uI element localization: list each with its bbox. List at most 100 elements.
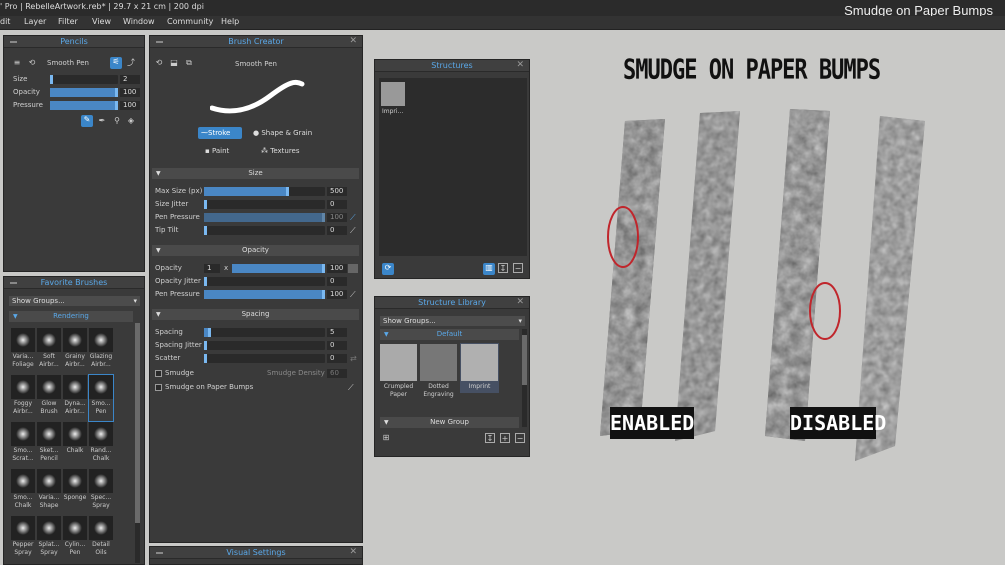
favorites-header[interactable]: Favorite Brushes [4, 277, 144, 289]
menu-filter[interactable]: Filter [58, 17, 78, 26]
close-icon[interactable]: ✕ [516, 60, 524, 70]
brush-tile[interactable]: Smo... Pen [88, 374, 114, 422]
smudge-bumps-checkbox[interactable] [155, 384, 162, 391]
show-groups-dropdown[interactable]: Show Groups... [9, 296, 140, 306]
brush-tile[interactable]: Dyna... Airbr... [63, 375, 87, 421]
curve-icon[interactable]: ⟋ [350, 226, 359, 235]
opacity-slider[interactable] [50, 88, 118, 97]
structure-thumb-imprint[interactable] [381, 82, 405, 106]
section-spacing[interactable]: ▼ Spacing [152, 309, 359, 320]
tip-tilt-slider[interactable] [204, 226, 325, 235]
max-size-value[interactable]: 500 [327, 187, 347, 196]
spacing-jitter-slider[interactable] [204, 341, 325, 350]
tab-paint[interactable]: ▪ Paint [202, 145, 232, 157]
spacing-value[interactable]: 5 [327, 328, 347, 337]
remove-icon[interactable]: − [515, 433, 525, 443]
brush-tile[interactable]: Rand... Chalk [89, 422, 113, 468]
library-scrollbar[interactable] [522, 329, 527, 427]
close-icon[interactable]: ✕ [349, 36, 357, 46]
curve-icon[interactable]: ⟋ [350, 290, 359, 299]
pen-tool-icon[interactable]: ✒ [97, 116, 107, 126]
brush-tile[interactable]: Sket... Pencil [37, 422, 61, 468]
marker-tool-icon[interactable]: ⚲ [112, 116, 122, 126]
structure-library-header[interactable]: Structure Library ✕ [375, 297, 529, 309]
section-opacity[interactable]: ▼ Opacity [152, 245, 359, 256]
brush-tile[interactable]: Varia... Foliage [11, 328, 35, 374]
opacity-swatch[interactable] [348, 264, 358, 273]
pen-pressure-value[interactable]: 100 [327, 213, 347, 222]
group-rendering-header[interactable]: ▼ Rendering [9, 311, 133, 322]
tab-stroke[interactable]: ⁓Stroke [198, 127, 242, 139]
add-icon[interactable]: + [500, 433, 510, 443]
size-jitter-slider[interactable] [204, 200, 325, 209]
library-show-groups-dropdown[interactable]: Show Groups... [380, 316, 525, 326]
favorites-scrollbar[interactable] [135, 323, 140, 563]
grid-view-icon[interactable]: ⊞ [381, 433, 391, 443]
pressure-slider[interactable] [50, 101, 118, 110]
brush-tile[interactable]: Glow Brush [37, 375, 61, 421]
smudge-checkbox[interactable] [155, 370, 162, 377]
brush-tile[interactable]: Detail Oils [89, 516, 113, 562]
structures-header[interactable]: Structures ✕ [375, 60, 529, 72]
section-size[interactable]: ▼ Size [152, 168, 359, 179]
menu-edit[interactable]: dit [0, 17, 10, 26]
brush-tile[interactable]: Sponge [63, 469, 87, 515]
brush-tile[interactable]: Smo... Scrat... [11, 422, 35, 468]
close-icon[interactable]: ✕ [349, 547, 357, 557]
structure-dotted-engraving[interactable] [420, 344, 457, 381]
brush-curve-icon[interactable]: ⤴ [126, 58, 136, 68]
brush-tile[interactable]: Soft Airbr... [37, 328, 61, 374]
menu-window[interactable]: Window [123, 17, 155, 26]
spacing-jitter-value[interactable]: 0 [327, 341, 347, 350]
max-size-slider[interactable] [204, 187, 325, 196]
brush-tile[interactable]: Splat... Spray [37, 516, 61, 562]
op-pressure-slider[interactable] [204, 290, 325, 299]
brush-tile[interactable]: Pepper Spray [11, 516, 35, 562]
tab-textures[interactable]: ⁂ Textures [258, 145, 303, 157]
refresh-icon[interactable]: ⟳ [382, 263, 394, 275]
bc-opacity-multiplier[interactable]: 1 [204, 264, 220, 273]
menu-community[interactable]: Community [167, 17, 213, 26]
op-pressure-value[interactable]: 100 [327, 290, 347, 299]
curve-icon[interactable]: ⟋ [348, 383, 357, 392]
brush-tile[interactable]: Foggy Airbr... [11, 375, 35, 421]
library-icon[interactable]: ▥ [483, 263, 495, 275]
tip-tilt-value[interactable]: 0 [327, 226, 347, 235]
brush-tile[interactable]: Spec... Spray [89, 469, 113, 515]
brush-tile[interactable]: Smo... Chalk [11, 469, 35, 515]
opacity-jitter-slider[interactable] [204, 277, 325, 286]
duplicate-icon[interactable]: ⧉ [184, 58, 194, 68]
bc-opacity-slider[interactable] [232, 264, 325, 273]
brush-tile[interactable]: Varia... Shape [37, 469, 61, 515]
brush-tile[interactable]: Cylin... Pen [63, 516, 87, 562]
pressure-value[interactable]: 100 [120, 101, 140, 110]
bc-opacity-value[interactable]: 100 [327, 264, 347, 273]
save-icon[interactable]: ⬓ [169, 58, 179, 68]
size-value[interactable]: 2 [120, 75, 140, 84]
reset-icon[interactable]: ⟲ [27, 58, 37, 68]
structure-crumpled-paper[interactable] [380, 344, 417, 381]
brush-creator-header[interactable]: Brush Creator ✕ [150, 36, 362, 48]
close-icon[interactable]: ✕ [516, 297, 524, 307]
menu-view[interactable]: View [92, 17, 111, 26]
scatter-slider[interactable] [204, 354, 325, 363]
brush-tile[interactable]: Grainy Airbr... [63, 328, 87, 374]
import-icon[interactable]: ↧ [485, 433, 495, 443]
link-icon[interactable]: ⇄ [350, 354, 359, 363]
menu-help[interactable]: Help [221, 17, 239, 26]
new-group-header[interactable]: ▼ New Group [380, 417, 519, 428]
menu-lines-icon[interactable]: ≡ [12, 58, 22, 68]
reset-icon[interactable]: ⟲ [154, 58, 164, 68]
opacity-value[interactable]: 100 [120, 88, 140, 97]
smudge-density-value[interactable]: 60 [327, 369, 347, 378]
curve-icon[interactable]: ⟋ [350, 213, 359, 222]
structure-imprint-selected[interactable]: Imprint [460, 343, 499, 393]
eraser-icon[interactable]: ◈ [126, 116, 136, 126]
pencil-tool-icon[interactable]: ✎ [81, 115, 93, 127]
pen-pressure-slider[interactable] [204, 213, 325, 222]
spacing-slider[interactable] [204, 328, 325, 337]
size-jitter-value[interactable]: 0 [327, 200, 347, 209]
menu-layer[interactable]: Layer [24, 17, 46, 26]
remove-icon[interactable]: − [513, 263, 523, 273]
group-default-header[interactable]: ▼ Default [380, 329, 519, 340]
